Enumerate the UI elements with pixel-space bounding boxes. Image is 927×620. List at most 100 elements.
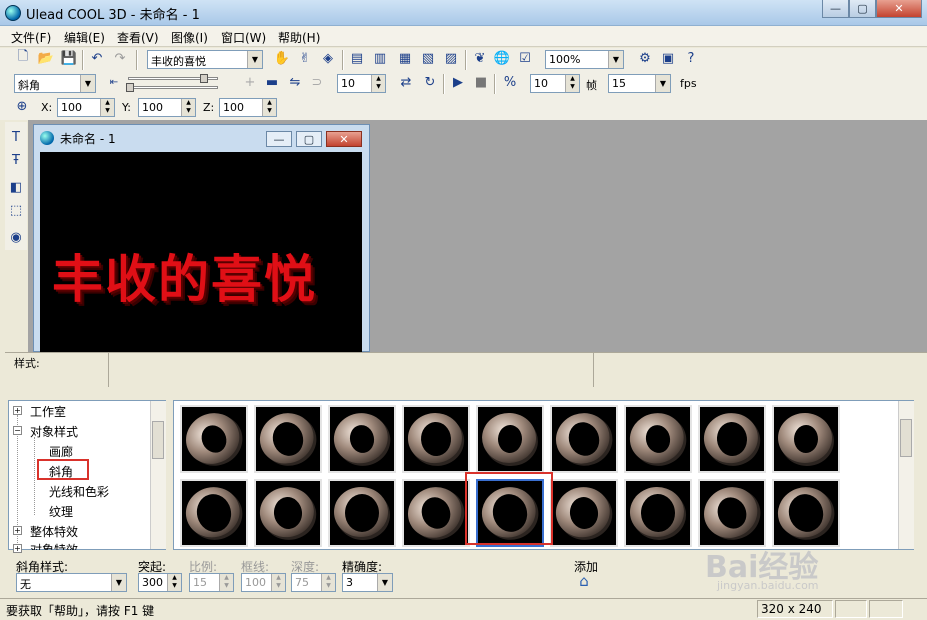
geometry-icon[interactable]: ◉ [6, 227, 26, 247]
bevel-preset-thumbnail[interactable] [254, 405, 322, 473]
menu-edit[interactable]: 编辑(E) [64, 29, 105, 46]
minimize-button[interactable]: — [822, 0, 849, 18]
rotate-hand-icon[interactable]: ✌ [295, 48, 315, 68]
menu-image[interactable]: 图像(I) [171, 29, 208, 46]
border-stepper[interactable]: 100 ▲ ▼ [241, 573, 286, 592]
app-icon[interactable] [5, 5, 21, 21]
bevel-preset-thumbnail[interactable] [698, 479, 766, 547]
view-left-icon[interactable]: ▦ [395, 48, 415, 68]
expand-icon[interactable]: + [13, 544, 22, 553]
repeat-icon[interactable]: ↻ [420, 72, 440, 92]
text-object-select[interactable]: 丰收的喜悦 ▼ [147, 50, 263, 69]
scroll-thumb[interactable] [900, 419, 912, 457]
tree-item-gallery[interactable]: 画廊 [49, 443, 73, 460]
new-file-icon[interactable]: 🗋 [13, 48, 33, 68]
reverse-icon[interactable]: ⇋ [285, 72, 305, 92]
add-to-gallery-icon[interactable]: ⌂ [574, 571, 594, 591]
tree-item-global-fx[interactable]: 整体特效 [30, 523, 78, 540]
depth-stepper[interactable]: 75 ▲ ▼ [291, 573, 336, 592]
tree-scrollbar[interactable] [150, 401, 166, 549]
globe-icon[interactable]: 🌐 [492, 48, 512, 68]
frame-number-stepper[interactable]: 10 ▲ ▼ [337, 74, 386, 93]
open-folder-icon[interactable]: 📂 [36, 48, 56, 68]
save-icon[interactable]: 💾 [59, 48, 79, 68]
z-stepper[interactable]: 100 ▲ ▼ [219, 98, 277, 117]
doc-close-button[interactable]: ✕ [326, 131, 362, 147]
canvas-3d-text[interactable]: 丰收的喜悦 [52, 238, 317, 312]
key-slider[interactable] [128, 86, 218, 89]
bevel-style-select[interactable]: 无 ▼ [16, 573, 127, 592]
bevel-preset-thumbnail[interactable] [180, 479, 248, 547]
doc-minimize-button[interactable]: — [266, 131, 292, 147]
pan-hand-icon[interactable]: ✋ [272, 48, 292, 68]
add-key-icon[interactable]: + [240, 72, 260, 92]
frames-stepper[interactable]: 10 ▲ ▼ [530, 74, 580, 93]
select-object-icon[interactable]: ⬚ [6, 200, 26, 220]
bevel-preset-thumbnail[interactable] [550, 405, 618, 473]
tree-item-object-fx[interactable]: 对象特效 [30, 541, 78, 550]
tree-item-studio[interactable]: 工作室 [30, 403, 66, 420]
options-icon[interactable]: ☑ [515, 48, 535, 68]
insert-object-icon[interactable]: ◧ [6, 177, 26, 197]
zoom-select[interactable]: 100% ▼ [545, 50, 624, 69]
collapse-icon[interactable]: − [13, 426, 22, 435]
bevel-preset-thumbnail[interactable] [476, 405, 544, 473]
tree-item-bevel[interactable]: 斜角 [49, 463, 73, 480]
tree-item-texture[interactable]: 纹理 [49, 503, 73, 520]
expand-icon[interactable]: + [13, 526, 22, 535]
maximize-button[interactable]: ▢ [849, 0, 876, 18]
play-icon[interactable]: ▶ [448, 72, 468, 92]
extrude-stepper[interactable]: 300 ▲ ▼ [138, 573, 182, 592]
bevel-preset-thumbnail[interactable] [624, 479, 692, 547]
bevel-preset-thumbnail[interactable] [550, 479, 618, 547]
bevel-preset-thumbnail[interactable] [402, 405, 470, 473]
timeline-thumb[interactable] [200, 74, 208, 83]
render-icon[interactable]: ▣ [658, 48, 678, 68]
menu-view[interactable]: 查看(V) [117, 29, 159, 46]
web-export-icon[interactable]: ❦ [470, 48, 490, 68]
first-key-icon[interactable]: ⇤ [104, 72, 124, 92]
view-back-icon[interactable]: ▥ [370, 48, 390, 68]
ratio-stepper[interactable]: 15 ▲ ▼ [189, 573, 234, 592]
remove-key-icon[interactable]: ▬ [262, 72, 282, 92]
context-help-icon[interactable]: ? [681, 48, 701, 68]
gallery-scrollbar[interactable] [898, 401, 914, 549]
attribute-select[interactable]: 斜角 ▼ [14, 74, 96, 93]
loop-icon[interactable]: ⇄ [396, 72, 416, 92]
view-right-icon[interactable]: ▧ [418, 48, 438, 68]
menu-help[interactable]: 帮助(H) [278, 29, 320, 46]
y-stepper[interactable]: 100 ▲ ▼ [138, 98, 196, 117]
expand-icon[interactable]: + [13, 406, 22, 415]
menu-window[interactable]: 窗口(W) [221, 29, 266, 46]
bevel-preset-thumbnail[interactable] [180, 405, 248, 473]
key-thumb[interactable] [126, 83, 134, 92]
undo-icon[interactable]: ↶ [87, 48, 107, 68]
stop-icon[interactable]: ■ [471, 72, 491, 92]
position-icon[interactable]: ⊕ [12, 96, 32, 116]
view-top-icon[interactable]: ▨ [441, 48, 461, 68]
bevel-preset-thumbnail[interactable] [772, 479, 840, 547]
bevel-preset-thumbnail[interactable] [698, 405, 766, 473]
tree-item-light-color[interactable]: 光线和色彩 [49, 483, 109, 500]
fps-select[interactable]: 15 ▼ [608, 74, 671, 93]
bevel-preset-thumbnail[interactable] [254, 479, 322, 547]
bevel-preset-thumbnail[interactable] [772, 405, 840, 473]
edit-text-icon[interactable]: Ŧ [6, 150, 26, 170]
scroll-thumb[interactable] [152, 421, 164, 459]
object-properties-icon[interactable]: ⚙ [635, 48, 655, 68]
x-stepper[interactable]: 100 ▲ ▼ [57, 98, 115, 117]
precision-select[interactable]: 3 ▼ [342, 573, 393, 592]
menu-file[interactable]: 文件(F) [11, 29, 51, 46]
close-button[interactable]: ✕ [876, 0, 922, 18]
bevel-preset-thumbnail[interactable] [402, 479, 470, 547]
tree-item-object-style[interactable]: 对象样式 [30, 423, 78, 440]
bevel-preset-thumbnail[interactable] [624, 405, 692, 473]
bevel-preset-thumbnail[interactable] [328, 405, 396, 473]
render-canvas[interactable]: 丰收的喜悦 [40, 152, 362, 352]
percent-icon[interactable]: % [500, 72, 520, 92]
bevel-preset-thumbnail[interactable] [328, 479, 396, 547]
smooth-icon[interactable]: ⊃ [307, 72, 327, 92]
view-front-icon[interactable]: ▤ [347, 48, 367, 68]
size-icon[interactable]: ◈ [318, 48, 338, 68]
insert-text-icon[interactable]: T [6, 127, 26, 147]
